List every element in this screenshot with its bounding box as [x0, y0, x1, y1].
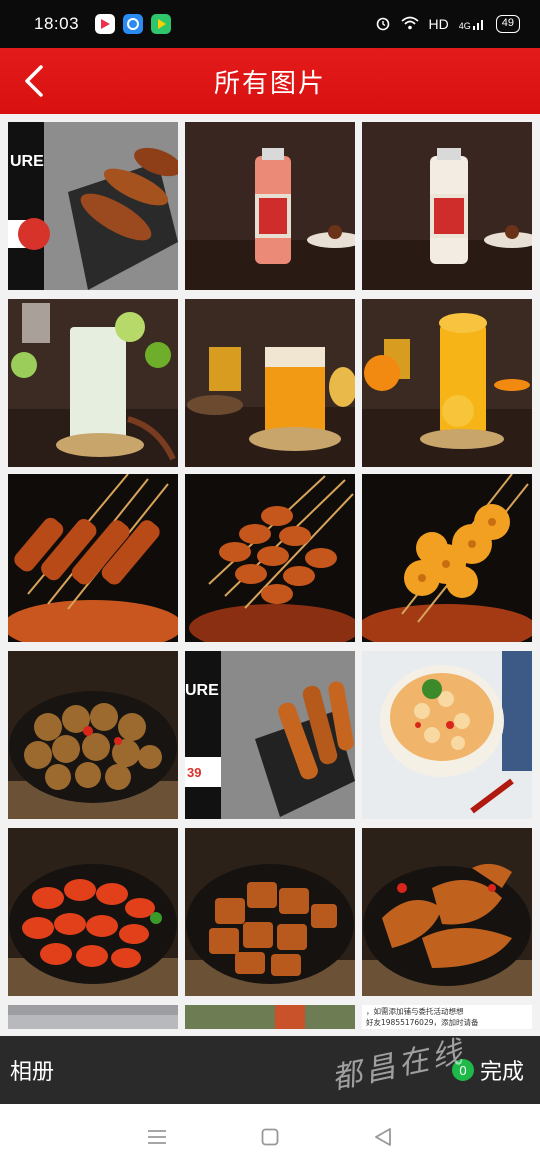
image-tile-partial-2[interactable]	[185, 1005, 355, 1029]
partial-text-line-2: 好友19855176029，添加时请备	[366, 1018, 479, 1027]
back-nav-button[interactable]	[363, 1117, 403, 1157]
image-tile-macaroni[interactable]	[362, 651, 532, 819]
back-triangle-icon	[375, 1128, 392, 1146]
status-time: 18:03	[34, 14, 80, 33]
wifi-icon	[400, 16, 419, 33]
image-tile-mango-drink[interactable]	[362, 299, 532, 467]
header-bar: 所有图片	[0, 48, 540, 114]
browser-app-icon	[123, 14, 144, 34]
app-root: 18:03 HD 4G 49 所有图片 URE URE 39 ，如需添加铺与委托…	[0, 0, 540, 1170]
play-app-icon	[151, 14, 172, 34]
status-bar: 18:03 HD 4G 49	[0, 0, 540, 48]
bottom-action-bar: 相册 0 完成	[0, 1036, 540, 1104]
page-title: 所有图片	[213, 68, 326, 99]
system-nav-bar	[0, 1104, 540, 1170]
done-button[interactable]: 完成	[480, 1054, 524, 1086]
image-tile-duck-necks[interactable]: URE 39	[185, 651, 355, 819]
partial-text-block: ，如需添加铺与委托活动想想 好友19855176029，添加时请备	[362, 1005, 532, 1029]
video-app-icon	[95, 14, 116, 34]
partial-text-line-1: ，如需添加铺与委托活动想想	[366, 1007, 464, 1016]
signal-label: 4G	[458, 21, 471, 31]
home-nav-button[interactable]	[250, 1117, 290, 1157]
menu-nav-button[interactable]	[137, 1117, 177, 1157]
promo-price: 39	[187, 765, 201, 780]
image-tile-lotus-skewers[interactable]	[362, 474, 532, 642]
signal-icon: 4G	[459, 17, 486, 31]
promo-text-2: URE	[185, 682, 219, 699]
image-tile-lemon-juice[interactable]	[362, 122, 532, 290]
image-tile-crayfish[interactable]	[8, 828, 178, 996]
image-tile-chicken-feet[interactable]	[362, 828, 532, 996]
back-arrow-icon	[25, 65, 43, 97]
image-grid[interactable]: URE URE 39 ，如需添加铺与委托活动想想 好友19855176029，添…	[0, 114, 540, 1036]
selected-count-badge: 0	[451, 1059, 474, 1081]
image-tile-peach-juice[interactable]	[185, 122, 355, 290]
alarm-icon	[375, 15, 391, 34]
album-button[interactable]: 相册	[10, 1054, 54, 1086]
image-tile-braised-tofu[interactable]	[185, 828, 355, 996]
status-indicators: HD 4G 49	[375, 15, 520, 34]
image-tile-sausage-skewers[interactable]	[185, 474, 355, 642]
home-square-icon	[261, 1128, 279, 1146]
image-tile-snails[interactable]	[8, 651, 178, 819]
battery-level: 49	[495, 15, 520, 33]
done-group: 0 完成	[451, 1054, 524, 1086]
image-tile-partial-3[interactable]: ，如需添加铺与委托活动想想 好友19855176029，添加时请备	[362, 1005, 532, 1029]
promo-text: URE	[10, 153, 44, 170]
back-button[interactable]	[14, 60, 54, 102]
image-tile-orange-cream-drink[interactable]	[185, 299, 355, 467]
image-tile-lime-drink[interactable]	[8, 299, 178, 467]
image-tile-meat-skewers[interactable]	[8, 474, 178, 642]
menu-icon	[147, 1130, 166, 1144]
status-app-icons	[95, 14, 172, 34]
network-type: HD	[428, 16, 449, 32]
image-tile-drumsticks[interactable]: URE	[8, 122, 178, 290]
image-tile-partial-1[interactable]	[8, 1005, 178, 1029]
